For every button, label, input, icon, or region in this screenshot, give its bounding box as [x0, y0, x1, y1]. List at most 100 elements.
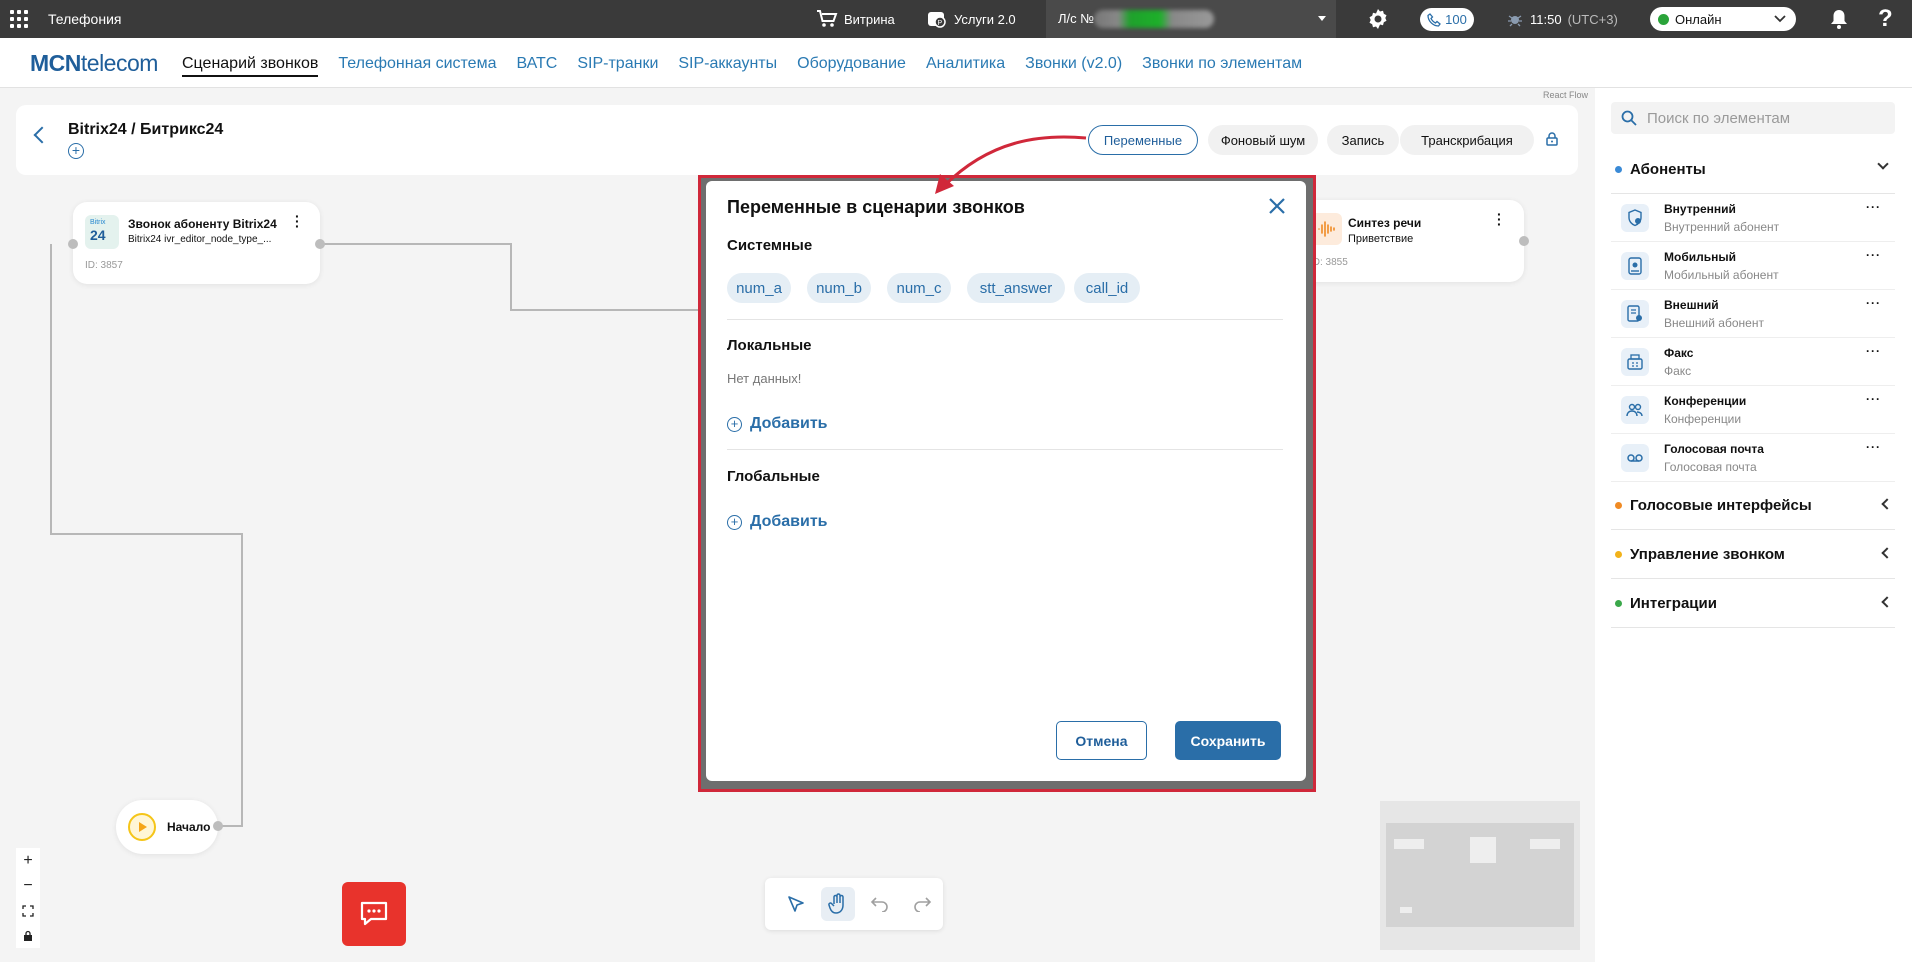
element-subtitle: Внутренний абонент [1664, 220, 1780, 234]
element-internal[interactable]: Внутренний Внутренний абонент ··· [1611, 194, 1895, 242]
minimap[interactable] [1380, 801, 1580, 950]
time: 11:50 [1530, 11, 1562, 27]
node-start[interactable]: Начало [116, 800, 218, 854]
element-subtitle: Внешний абонент [1664, 316, 1764, 330]
var-chip[interactable]: num_c [887, 273, 951, 303]
element-mobile[interactable]: Мобильный Мобильный абонент ··· [1611, 242, 1895, 290]
node-tts[interactable]: Синтез речи Приветствие ID: 3855 · · · [1300, 200, 1524, 282]
showcase-link[interactable]: Витрина [816, 0, 895, 38]
status-select[interactable]: Онлайн [1650, 7, 1796, 31]
background-noise-button[interactable]: Фоновый шум [1208, 125, 1318, 155]
status-value: Онлайн [1675, 11, 1722, 27]
add-circle-icon: + [727, 514, 742, 530]
zoom-in-button[interactable]: + [16, 848, 40, 873]
logo[interactable]: MCNtelecom [30, 50, 158, 77]
cancel-button[interactable]: Отмена [1056, 721, 1147, 760]
var-chip[interactable]: call_id [1074, 273, 1140, 303]
minimap-node [1400, 907, 1412, 913]
cart-icon [817, 10, 838, 27]
node-port[interactable] [1519, 236, 1529, 246]
edge [510, 243, 512, 311]
tab-analytics[interactable]: Аналитика [926, 55, 1005, 77]
node-port[interactable] [213, 821, 223, 831]
annotation-arrow [935, 135, 1087, 194]
element-external[interactable]: Внешний Внешний абонент ··· [1611, 290, 1895, 338]
internal-subscriber-icon [1621, 204, 1649, 232]
redo-button[interactable] [905, 887, 939, 921]
add-circle-icon[interactable]: + [68, 143, 84, 159]
undo-button[interactable] [863, 887, 897, 921]
element-fax[interactable]: Факс Факс ··· [1611, 338, 1895, 386]
edge [241, 533, 243, 827]
zoom-out-button[interactable]: − [16, 873, 40, 898]
more-icon[interactable]: ··· [1866, 440, 1881, 454]
top-bar: Телефония Витрина P Услуги 2.0 Л/с № 100… [0, 0, 1912, 38]
tab-call-scenario[interactable]: Сценарий звонков [182, 55, 319, 77]
section-title: Голосовые интерфейсы [1630, 497, 1812, 514]
more-icon[interactable]: ··· [1866, 248, 1881, 262]
var-chip[interactable]: num_b [807, 273, 871, 303]
record-button[interactable]: Запись [1327, 125, 1399, 155]
section-dot [1615, 166, 1622, 173]
divider [727, 449, 1283, 450]
var-chip[interactable]: num_a [727, 273, 791, 303]
add-label: Добавить [750, 415, 828, 432]
chevron-down-icon [1774, 15, 1786, 23]
node-bitrix-call[interactable]: Bitrix 24 Звонок абоненту Bitrix24 Bitri… [73, 202, 320, 284]
back-arrow-icon[interactable] [33, 126, 51, 144]
element-voicemail[interactable]: Голосовая почта Голосовая почта ··· [1611, 434, 1895, 482]
section-dot [1615, 551, 1622, 558]
pan-tool[interactable] [821, 887, 855, 921]
apps-grid-icon[interactable] [10, 10, 28, 28]
main-nav: MCNtelecom Сценарий звонков Телефонная с… [0, 38, 1912, 88]
react-flow-attribution[interactable]: React Flow [1543, 90, 1588, 100]
node-subtitle: Приветствие [1348, 233, 1414, 245]
account-label: Л/с № [1058, 11, 1095, 26]
section-call-control[interactable]: Управление звонком [1611, 531, 1895, 579]
lock-icon[interactable] [16, 923, 40, 948]
section-integrations[interactable]: Интеграции [1611, 580, 1895, 628]
play-icon [128, 813, 156, 841]
select-tool[interactable] [779, 887, 813, 921]
calls-count: 100 [1445, 12, 1467, 27]
services-icon: P [928, 12, 946, 28]
chevron-left-icon [1881, 547, 1893, 559]
add-label: Добавить [750, 513, 828, 530]
close-icon[interactable] [1266, 195, 1288, 217]
account-selector[interactable]: Л/с № [1046, 0, 1336, 38]
save-button[interactable]: Сохранить [1175, 721, 1281, 760]
add-local-var-button[interactable]: + Добавить [727, 415, 828, 433]
node-port[interactable] [315, 239, 325, 249]
transcription-button[interactable]: Транскрибация [1400, 125, 1534, 155]
variables-button[interactable]: Переменные [1088, 125, 1198, 155]
lock-icon[interactable] [1546, 132, 1558, 146]
section-subscribers[interactable]: Абоненты [1611, 146, 1895, 194]
tab-equipment[interactable]: Оборудование [797, 55, 906, 77]
tab-phone-system[interactable]: Телефонная система [338, 55, 496, 77]
chat-button[interactable] [342, 882, 406, 946]
search-input[interactable]: Поиск по элементам [1611, 102, 1895, 134]
node-menu-icon[interactable]: · · · [1497, 207, 1502, 231]
tab-vats[interactable]: ВАТС [516, 55, 557, 77]
element-conference[interactable]: Конференции Конференции ··· [1611, 386, 1895, 434]
var-chip[interactable]: stt_answer [967, 273, 1065, 303]
more-icon[interactable]: ··· [1866, 344, 1881, 358]
more-icon[interactable]: ··· [1866, 296, 1881, 310]
bell-icon[interactable] [1829, 8, 1849, 30]
fit-view-icon[interactable] [16, 898, 40, 923]
more-icon[interactable]: ··· [1866, 392, 1881, 406]
tab-calls-by-elements[interactable]: Звонки по элементам [1142, 55, 1302, 77]
bitrix-logo-icon: Bitrix 24 [85, 215, 119, 249]
tab-sip-accounts[interactable]: SIP-аккаунты [678, 55, 777, 77]
tab-calls-v2[interactable]: Звонки (v2.0) [1025, 55, 1122, 77]
add-global-var-button[interactable]: + Добавить [727, 513, 828, 531]
services-link[interactable]: P Услуги 2.0 [926, 0, 1016, 38]
node-port[interactable] [68, 239, 78, 249]
more-icon[interactable]: ··· [1866, 200, 1881, 214]
tab-sip-trunks[interactable]: SIP-транки [577, 55, 658, 77]
section-voice-interfaces[interactable]: Голосовые интерфейсы [1611, 482, 1895, 530]
gear-icon[interactable] [1366, 7, 1390, 31]
calls-counter[interactable]: 100 [1420, 8, 1474, 31]
help-icon[interactable]: ? [1878, 5, 1893, 33]
node-menu-icon[interactable]: · · · [295, 209, 300, 233]
